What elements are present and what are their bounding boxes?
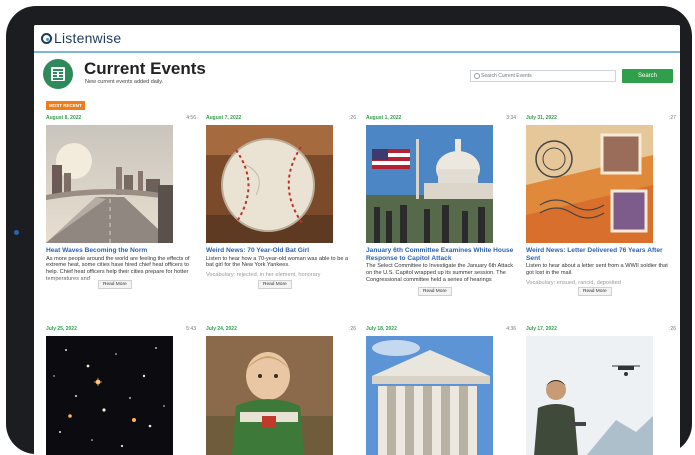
event-description-text: The Select Committee to Investigate the … <box>366 263 514 283</box>
tablet-frame: Listenwise Current Events New current ev… <box>6 6 692 455</box>
event-duration: :27 <box>669 115 676 121</box>
event-title[interactable]: Weird News: 70 Year-Old Bat Girl <box>206 247 354 255</box>
event-description-text: Listen to hear about a letter sent from … <box>526 263 668 276</box>
event-thumbnail[interactable] <box>366 125 493 243</box>
event-thumbnail[interactable] <box>526 336 653 455</box>
event-vocabulary: Vocabulary: rejected, in her element, ho… <box>206 272 321 279</box>
event-description: As more people around the world are feel… <box>46 256 194 289</box>
event-date: July 25, 2022 <box>46 326 77 332</box>
page-header: Current Events New current events added … <box>34 53 680 93</box>
read-more-button[interactable]: Read More <box>98 279 132 289</box>
event-card[interactable]: July 31, 2022 :27 Weird News: Letter Del… <box>526 115 676 297</box>
page-subtitle: New current events added daily. <box>85 79 164 85</box>
event-vocabulary: Vocabulary: ensued, rancid, deposited <box>526 279 621 286</box>
event-description-text: Listen to hear how a 70-year-old woman w… <box>206 255 349 269</box>
event-duration: 4:56 <box>186 115 196 121</box>
event-thumbnail[interactable] <box>366 336 493 455</box>
event-card[interactable]: July 25, 2022 5:43 <box>46 326 196 455</box>
search-button[interactable]: Search <box>622 69 673 83</box>
event-title[interactable]: Weird News: Letter Delivered 76 Years Af… <box>526 247 674 262</box>
event-card[interactable]: July 18, 2022 4:36 <box>366 326 516 455</box>
event-date: August 8, 2022 <box>46 115 82 121</box>
event-duration: 4:36 <box>506 326 516 332</box>
event-thumbnail[interactable] <box>206 125 333 243</box>
read-more-button[interactable]: Read More <box>578 287 612 297</box>
event-card[interactable]: July 24, 2022 :26 <box>206 326 356 455</box>
event-card[interactable]: July 17, 2022 :26 <box>526 326 676 455</box>
newspaper-icon <box>43 59 73 89</box>
event-date: July 24, 2022 <box>206 326 237 332</box>
event-description: Listen to hear about a letter sent from … <box>526 263 674 297</box>
event-title[interactable]: Heat Waves Becoming the Norm <box>46 247 194 255</box>
event-description: Listen to hear how a 70-year-old woman w… <box>206 256 354 289</box>
event-thumbnail[interactable] <box>46 336 173 455</box>
tablet-side-button <box>14 230 19 235</box>
search-input[interactable] <box>470 70 616 82</box>
event-duration: 5:43 <box>186 326 196 332</box>
event-card[interactable]: August 7, 2022 :26 Weird News: 70 Year-O… <box>206 115 356 289</box>
top-bar: Listenwise <box>34 25 680 53</box>
app-logo[interactable]: Listenwise <box>54 30 121 46</box>
page-title: Current Events <box>84 59 206 78</box>
event-duration: :26 <box>669 326 676 332</box>
event-thumbnail[interactable] <box>46 125 173 243</box>
listenwise-logo-icon <box>41 32 52 44</box>
event-date: July 31, 2022 <box>526 115 557 121</box>
search-icon <box>474 73 480 79</box>
event-title[interactable]: January 6th Committee Examines White Hou… <box>366 247 514 262</box>
event-date: July 18, 2022 <box>366 326 397 332</box>
event-date: August 7, 2022 <box>206 115 242 121</box>
read-more-button[interactable]: Read More <box>418 287 452 297</box>
event-thumbnail[interactable] <box>526 125 653 243</box>
event-date: August 1, 2022 <box>366 115 402 121</box>
event-description: The Select Committee to Investigate the … <box>366 263 514 297</box>
most-recent-badge: MOST RECENT <box>46 101 85 110</box>
event-card[interactable]: August 8, 2022 4:56 Heat Waves Becoming … <box>46 115 196 289</box>
event-duration: 3:34 <box>506 115 516 121</box>
read-more-button[interactable]: Read More <box>258 279 292 289</box>
event-date: July 17, 2022 <box>526 326 557 332</box>
event-thumbnail[interactable] <box>206 336 333 455</box>
event-duration: :26 <box>349 326 356 332</box>
event-card[interactable]: August 1, 2022 3:34 January 6th Committe… <box>366 115 516 297</box>
event-duration: :26 <box>349 115 356 121</box>
app-screen: Listenwise Current Events New current ev… <box>34 25 680 455</box>
